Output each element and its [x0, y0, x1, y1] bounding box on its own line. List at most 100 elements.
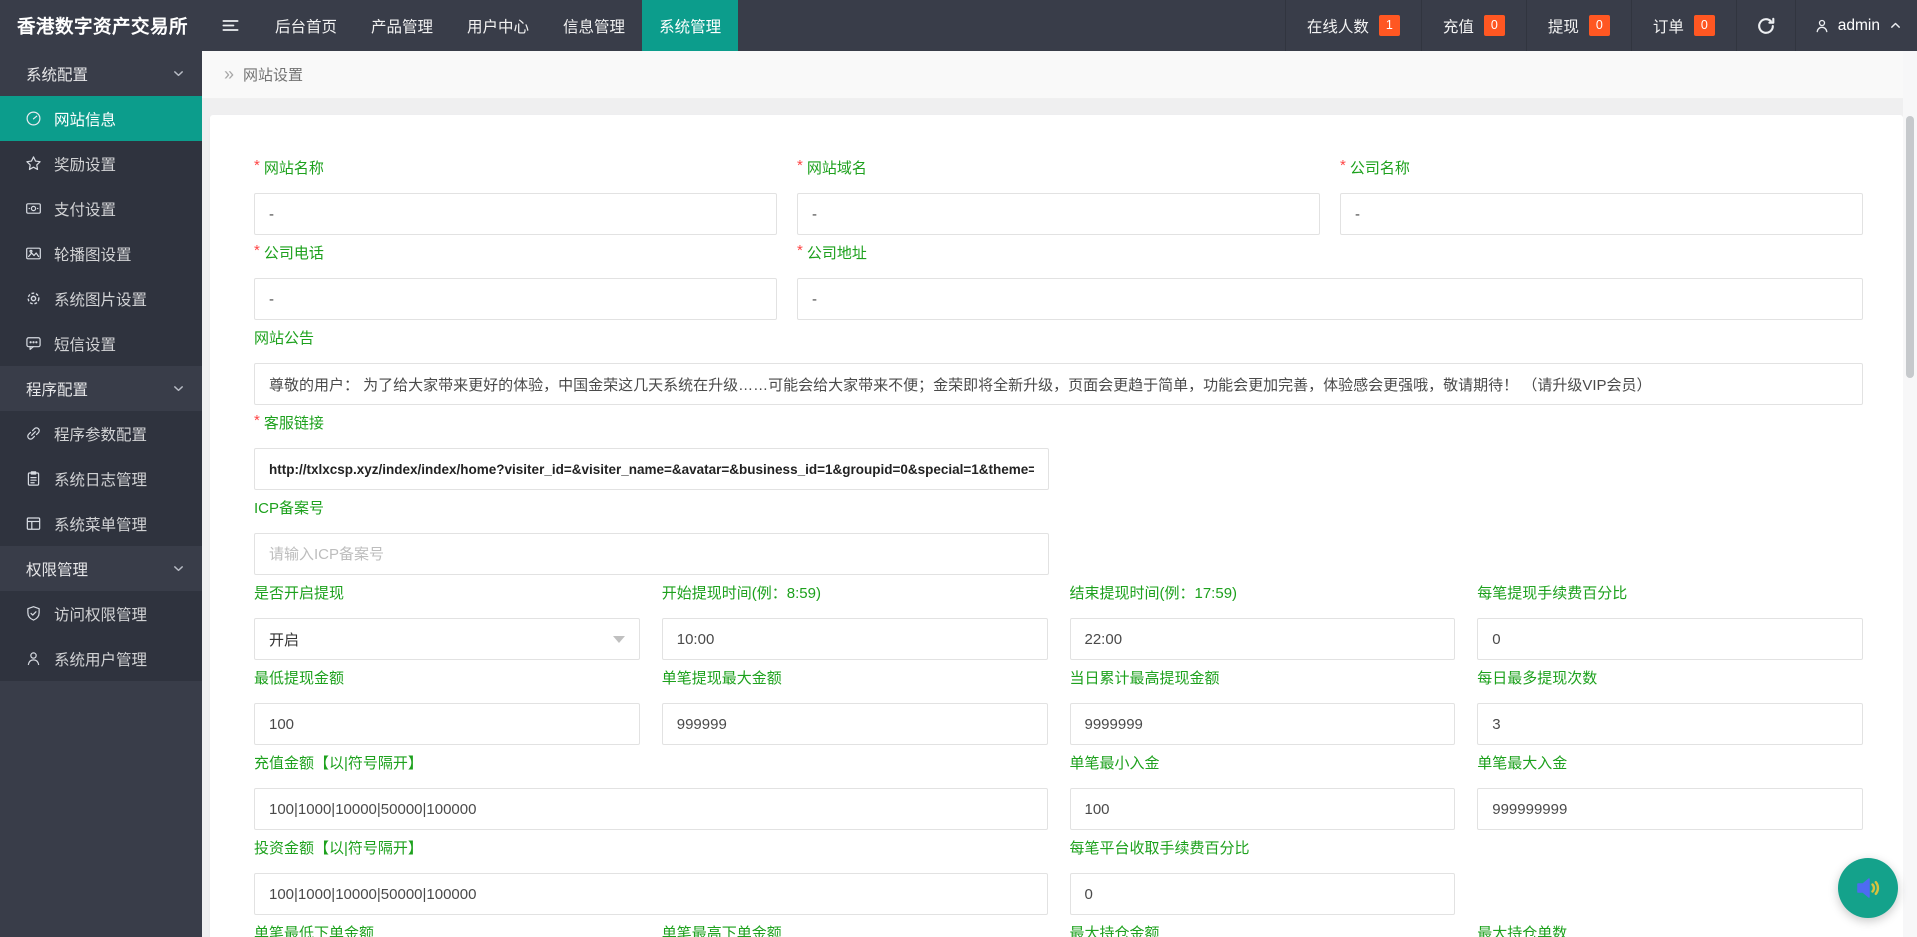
withdraw-fee-percent-input[interactable] — [1477, 618, 1863, 660]
scrollbar-thumb[interactable] — [1906, 116, 1914, 378]
sidebar-group-title[interactable]: 程序配置 — [0, 366, 202, 411]
min-single-deposit-input[interactable] — [1069, 788, 1456, 830]
daily-withdraw-times-input[interactable] — [1477, 703, 1863, 745]
sidebar-group-title[interactable]: 系统配置 — [0, 51, 202, 96]
required-asterisk: * — [254, 242, 260, 259]
withdraw-start-time-input[interactable] — [661, 618, 1048, 660]
announcement-fab[interactable] — [1838, 858, 1898, 918]
recharge-count-badge: 0 — [1483, 15, 1505, 36]
site-name-input[interactable] — [254, 193, 777, 235]
sidebar-item-system-logs[interactable]: 系统日志管理 — [0, 456, 202, 501]
stat-withdraw[interactable]: 提现 0 — [1525, 0, 1631, 51]
field-site-domain: * 网站域名 — [797, 157, 1320, 235]
field-withdraw-fee-percent: 每笔提现手续费百分比 — [1477, 584, 1863, 660]
top-nav: 后台首页 产品管理 用户中心 信息管理 系统管理 — [258, 0, 739, 51]
gear-icon — [25, 290, 42, 307]
sidebar-item-system-images[interactable]: 系统图片设置 — [0, 276, 202, 321]
field-label: 每笔平台收取手续费百分比 — [1069, 840, 1250, 857]
sidebar-item-reward-settings[interactable]: 奖励设置 — [0, 141, 202, 186]
sidebar-item-system-menus[interactable]: 系统菜单管理 — [0, 501, 202, 546]
shell: 系统配置 网站信息 奖励设置 支付设置 轮播图设置 系统图片设置 短信设置 程序… — [0, 51, 1917, 937]
hamburger-icon[interactable] — [202, 0, 258, 51]
sidebar-item-payment-settings[interactable]: 支付设置 — [0, 186, 202, 231]
field-label: ICP备案号 — [254, 500, 325, 517]
speaker-icon — [1852, 872, 1884, 904]
sidebar-group-permissions: 权限管理 访问权限管理 系统用户管理 — [0, 546, 202, 681]
invest-amounts-input[interactable] — [254, 873, 1048, 915]
sidebar-item-sms-settings[interactable]: 短信设置 — [0, 321, 202, 366]
daily-max-withdraw-input[interactable] — [1069, 703, 1456, 745]
required-asterisk: * — [797, 242, 803, 259]
chevron-down-icon — [171, 381, 186, 396]
refresh-button[interactable] — [1735, 0, 1795, 51]
service-link-input[interactable] — [254, 448, 1049, 490]
tab-user-center[interactable]: 用户中心 — [450, 0, 546, 51]
field-max-position-count: 最大持仓单数 — [1477, 924, 1863, 937]
recharge-amounts-input[interactable] — [254, 788, 1048, 830]
field-label: 充值金额【以|符号隔开】 — [254, 755, 423, 772]
stat-orders[interactable]: 订单 0 — [1630, 0, 1736, 51]
field-company-name: * 公司名称 — [1340, 157, 1863, 235]
min-withdraw-amount-input[interactable] — [254, 703, 640, 745]
icp-number-input[interactable] — [254, 533, 1049, 575]
sidebar-group-title[interactable]: 权限管理 — [0, 546, 202, 591]
sidebar-item-system-users[interactable]: 系统用户管理 — [0, 636, 202, 681]
stat-label: 提现 — [1547, 18, 1579, 36]
sidebar: 系统配置 网站信息 奖励设置 支付设置 轮播图设置 系统图片设置 短信设置 程序… — [0, 51, 202, 937]
log-icon — [25, 470, 42, 487]
field-max-order-amount: 单笔最高下单金额 — [662, 924, 1048, 937]
field-site-announcement: 网站公告 — [254, 329, 1863, 405]
carousel-image-icon — [25, 245, 42, 262]
field-max-single-deposit: 单笔最大入金 — [1477, 754, 1863, 830]
required-asterisk: * — [254, 412, 260, 429]
sidebar-item-program-params[interactable]: 程序参数配置 — [0, 411, 202, 456]
field-site-name: * 网站名称 — [254, 157, 777, 235]
field-min-order-amount: 单笔最低下单金额 — [254, 924, 640, 937]
brand-title: 香港数字资产交易所 — [17, 15, 189, 37]
max-single-withdraw-input[interactable] — [661, 703, 1048, 745]
topbar-right: 在线人数 1 充值 0 提现 0 订单 0 admin — [1284, 0, 1917, 51]
field-daily-max-withdraw: 当日累计最高提现金额 — [1069, 669, 1456, 745]
stat-label: 充值 — [1442, 18, 1474, 36]
tab-system[interactable]: 系统管理 — [642, 0, 739, 51]
chevron-down-icon — [171, 66, 186, 81]
stat-online-users[interactable]: 在线人数 1 — [1284, 0, 1421, 51]
field-label: 网站公告 — [254, 330, 315, 347]
page-scrollbar[interactable] — [1903, 51, 1917, 937]
field-recharge-amounts: 充值金额【以|符号隔开】 — [254, 754, 1048, 830]
company-phone-input[interactable] — [254, 278, 777, 320]
company-name-input[interactable] — [1340, 193, 1863, 235]
site-domain-input[interactable] — [797, 193, 1320, 235]
tab-products[interactable]: 产品管理 — [354, 0, 450, 51]
withdraw-end-time-input[interactable] — [1069, 618, 1456, 660]
sidebar-item-carousel-settings[interactable]: 轮播图设置 — [0, 231, 202, 276]
field-service-link: * 客服链接 — [254, 412, 1049, 490]
required-asterisk: * — [254, 157, 260, 174]
field-daily-withdraw-times: 每日最多提现次数 — [1477, 669, 1863, 745]
field-label: 最大持仓单数 — [1477, 925, 1568, 937]
field-withdraw-start-time: 开始提现时间(例：8:59) — [661, 584, 1048, 660]
withdraw-count-badge: 0 — [1588, 15, 1610, 36]
tab-dashboard[interactable]: 后台首页 — [258, 0, 354, 51]
sms-icon — [25, 335, 42, 352]
refresh-icon — [1756, 16, 1776, 36]
platform-fee-percent-input[interactable] — [1069, 873, 1456, 915]
breadcrumb: » 网站设置 — [202, 51, 1903, 99]
tab-information[interactable]: 信息管理 — [546, 0, 642, 51]
field-label: 结束提现时间(例：17:59) — [1069, 585, 1238, 602]
sidebar-item-site-info[interactable]: 网站信息 — [0, 96, 202, 141]
stat-recharge[interactable]: 充值 0 — [1420, 0, 1526, 51]
field-icp-number: ICP备案号 — [254, 499, 1049, 575]
star-icon — [25, 155, 42, 172]
sidebar-group-system-config: 系统配置 网站信息 奖励设置 支付设置 轮播图设置 系统图片设置 短信设置 — [0, 51, 202, 366]
withdraw-enabled-select[interactable]: 开启 — [254, 618, 640, 660]
person-icon — [1814, 18, 1830, 34]
site-announcement-input[interactable] — [254, 363, 1863, 405]
user-menu[interactable]: admin — [1794, 0, 1917, 51]
sidebar-item-access-permissions[interactable]: 访问权限管理 — [0, 591, 202, 636]
field-label: 单笔最高下单金额 — [661, 925, 782, 937]
max-single-deposit-input[interactable] — [1477, 788, 1863, 830]
field-label: 每日最多提现次数 — [1477, 670, 1598, 687]
company-address-input[interactable] — [797, 278, 1863, 320]
sidebar-group-program-config: 程序配置 程序参数配置 系统日志管理 系统菜单管理 — [0, 366, 202, 546]
